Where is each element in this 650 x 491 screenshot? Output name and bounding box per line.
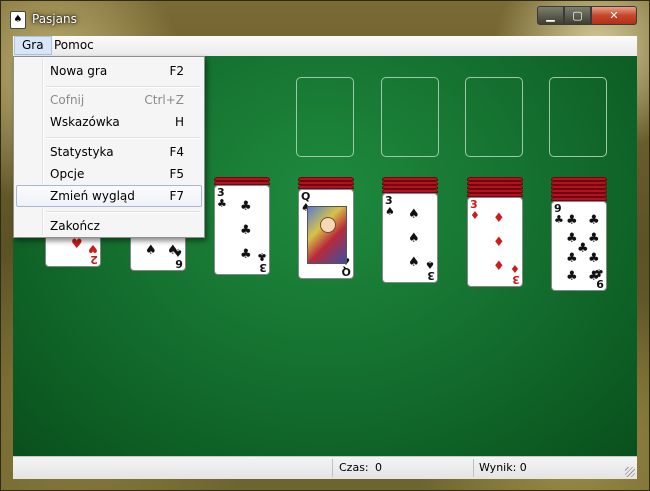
title-bar[interactable]: ♠ Pasjans ▁ ▢ ✕: [0, 0, 650, 34]
tableau-card[interactable]: 3 ♦ 3 ♦ ♦ ♦ ♦: [467, 197, 523, 287]
diamond-pip-icon: ♦: [493, 235, 505, 250]
club-pip-icon: ♣: [566, 251, 578, 266]
menu-item-label: Nowa gra: [50, 64, 108, 78]
club-pip-icon: ♣: [588, 213, 600, 228]
card-rank: 3 ♦: [470, 198, 480, 222]
menu-item-statistics[interactable]: Statystyka F4: [16, 141, 202, 163]
club-pip-icon: ♣: [588, 251, 600, 266]
menu-pomoc[interactable]: Pomoc: [47, 36, 101, 55]
menu-item-change-appearance[interactable]: Zmień wygląd F7: [16, 185, 202, 207]
menu-item-shortcut: F4: [169, 145, 184, 159]
menu-item-shortcut: H: [174, 115, 184, 129]
menu-separator: [46, 86, 200, 88]
resize-grip[interactable]: [625, 467, 635, 477]
card-rank: 3 ♣: [257, 250, 267, 274]
card-rank: 3 ♠: [425, 258, 435, 282]
card-rank: 3 ♦: [510, 262, 520, 286]
card-rank: 3 ♠: [385, 194, 395, 218]
heart-pip-icon: ♥: [71, 237, 83, 252]
foundation-slot-2[interactable]: [381, 77, 439, 157]
menu-item-options[interactable]: Opcje F5: [16, 163, 202, 185]
menu-item-undo[interactable]: Cofnij Ctrl+Z: [16, 89, 202, 111]
foundation-slot-1[interactable]: [296, 77, 354, 157]
menu-item-shortcut: F5: [169, 167, 184, 181]
menu-item-label: Statystyka: [50, 145, 114, 159]
menu-item-exit[interactable]: Zakończ: [16, 215, 202, 237]
maximize-button[interactable]: ▢: [564, 6, 591, 25]
queen-face-icon: [320, 217, 336, 233]
menu-item-label: Opcje: [50, 167, 85, 181]
close-button[interactable]: ✕: [591, 6, 637, 25]
menu-item-new-game[interactable]: Nowa gra F2: [16, 60, 202, 82]
status-bar: Czas: 0 Wynik: 0: [13, 456, 637, 479]
menu-item-hint[interactable]: Wskazówka H: [16, 111, 202, 133]
club-pip-icon: ♣: [240, 247, 252, 262]
foundation-slot-4[interactable]: [549, 77, 607, 157]
tableau-card[interactable]: Q♠Q♠: [298, 189, 354, 279]
card-rank: 3 ♣: [217, 186, 227, 210]
queen-portrait-icon: [307, 206, 347, 264]
club-pip-icon: ♣: [588, 269, 600, 284]
spade-pip-icon: ♠: [408, 255, 420, 270]
card-rank: 2♥: [88, 242, 98, 266]
spade-pip-icon: ♠: [408, 207, 420, 222]
tableau-card[interactable]: 3 ♠ 3 ♠ ♠ ♠ ♠: [382, 193, 438, 283]
menu-item-shortcut: F2: [169, 64, 184, 78]
spade-pip-icon: ♠: [408, 231, 420, 246]
diamond-pip-icon: ♦: [493, 211, 505, 226]
spade-pip-icon: ♠: [167, 243, 179, 258]
tableau-card[interactable]: 3 ♣ 3 ♣ ♣ ♣ ♣: [214, 185, 270, 275]
club-pip-icon: ♣: [566, 231, 578, 246]
window-title: Pasjans: [32, 12, 77, 26]
menu-item-shortcut: Ctrl+Z: [144, 93, 184, 107]
card-rank: 9 ♣: [554, 202, 564, 226]
menu-item-shortcut: F7: [169, 189, 184, 203]
menu-gra-dropdown: Nowa gra F2 Cofnij Ctrl+Z Wskazówka H St…: [13, 56, 205, 238]
menu-separator: [46, 211, 200, 213]
menu-gra[interactable]: Gra: [14, 36, 52, 55]
menu-bar: Gra Pomoc: [13, 36, 637, 57]
diamond-pip-icon: ♦: [493, 259, 505, 274]
menu-separator: [46, 137, 200, 139]
solitaire-app-icon[interactable]: ♠: [10, 11, 26, 29]
minimize-button[interactable]: ▁: [537, 6, 564, 25]
spade-pip-icon: ♠: [145, 243, 157, 258]
menu-item-label: Cofnij: [50, 93, 85, 107]
club-pip-icon: ♣: [240, 199, 252, 214]
club-pip-icon: ♣: [566, 269, 578, 284]
foundation-slot-3[interactable]: [465, 77, 523, 157]
status-separator: [473, 459, 474, 477]
menu-item-label: Wskazówka: [50, 115, 120, 129]
tableau-card[interactable]: 9 ♣ 9 ♣ ♣ ♣ ♣ ♣ ♣ ♣ ♣ ♣ ♣: [551, 201, 607, 291]
club-pip-icon: ♣: [566, 213, 578, 228]
status-separator: [332, 459, 333, 477]
club-pip-icon: ♣: [588, 231, 600, 246]
club-pip-icon: ♣: [240, 223, 252, 238]
score-display: Wynik: 0: [479, 461, 527, 474]
menu-item-label: Zmień wygląd: [50, 189, 135, 203]
time-value: 0: [375, 461, 382, 474]
time-label: Czas:: [339, 461, 369, 474]
club-pip-icon: ♣: [577, 241, 589, 256]
menu-item-label: Zakończ: [50, 219, 100, 233]
solitaire-window: ♠ Pasjans ▁ ▢ ✕ Gra Pomoc 2♥2♥♥♥6♠6♠♠♠♠♠…: [0, 0, 650, 491]
